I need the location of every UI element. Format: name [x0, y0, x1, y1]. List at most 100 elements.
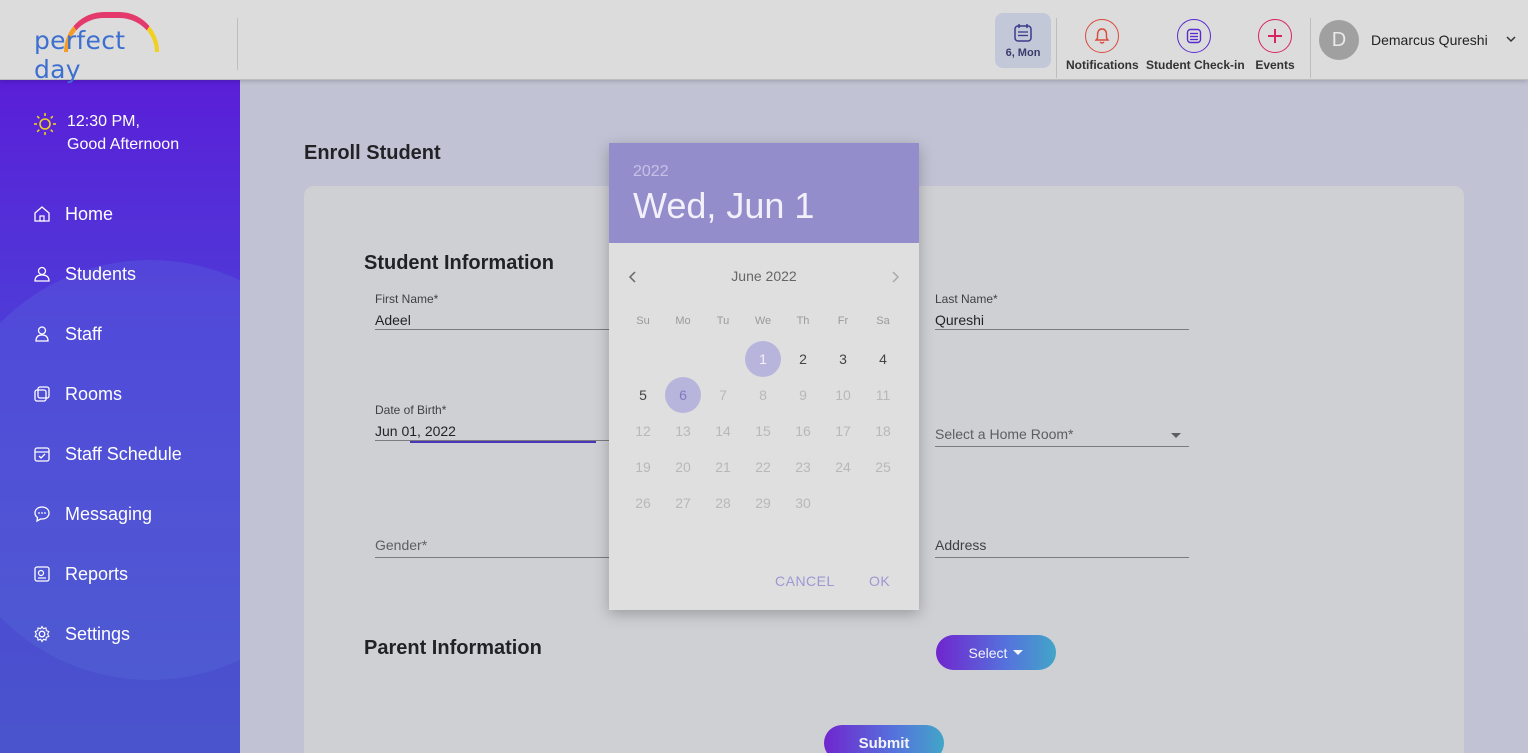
picker-year[interactable]: 2022: [633, 163, 669, 181]
calendar-check-icon: [34, 447, 50, 462]
chevron-right-icon[interactable]: [887, 269, 903, 285]
sidebar-item-home[interactable]: Home: [33, 200, 113, 228]
weekday-label: Sa: [876, 315, 890, 327]
calendar-day[interactable]: 3: [825, 341, 861, 377]
sidebar-item-label: Reports: [65, 563, 129, 584]
caret-down-icon: [1171, 433, 1181, 438]
plus-icon: [1258, 19, 1292, 53]
month-label: June 2022: [731, 268, 797, 284]
weekday-label: Fr: [837, 315, 849, 327]
calendar-day[interactable]: 6: [665, 377, 701, 413]
header-separator: [1056, 18, 1057, 78]
top-header: perfect day 6, Mon Notifications Student…: [0, 0, 1528, 84]
calendar-day: 11: [875, 387, 891, 403]
calendar-day: 21: [715, 459, 731, 475]
last-name-field[interactable]: Last Name* Qureshi: [935, 292, 1189, 330]
date-picker-dialog: 2022 Wed, Jun 1 June 2022 CANCEL OK Su Mo…: [609, 143, 919, 610]
calendar-day: 8: [759, 387, 767, 403]
student-checkin-button[interactable]: Student Check-in: [1146, 19, 1245, 72]
avatar[interactable]: D: [1319, 20, 1359, 60]
sidebar: 12:30 PM, Good Afternoon Home Students S…: [0, 80, 240, 753]
events-button[interactable]: Events: [1251, 19, 1299, 72]
dob-field[interactable]: Date of Birth* Jun 01, 2022: [375, 403, 629, 443]
events-label: Events: [1255, 58, 1295, 72]
parent-select-button[interactable]: Select: [936, 635, 1056, 670]
last-name-label: Last Name*: [935, 292, 998, 306]
address-field[interactable]: Address: [935, 534, 1189, 558]
sidebar-item-staff-schedule[interactable]: Staff Schedule: [33, 440, 182, 468]
dob-focus-underline: [410, 441, 596, 443]
calendar-day: 13: [675, 423, 691, 439]
logo-text: perfect day: [34, 26, 126, 84]
calendar-day: 24: [835, 459, 851, 475]
gender-select[interactable]: Gender*: [375, 534, 629, 558]
ok-button[interactable]: OK: [869, 573, 890, 589]
calendar-day: 19: [635, 459, 651, 475]
calendar-day: 9: [799, 387, 807, 403]
header-separator: [1310, 18, 1311, 78]
last-name-input[interactable]: Qureshi: [935, 308, 1189, 330]
picker-actions: CANCEL OK: [609, 573, 919, 593]
gender-placeholder: Gender*: [375, 534, 629, 558]
sidebar-item-settings[interactable]: Settings: [33, 620, 130, 648]
picker-selected-date: Wed, Jun 1: [633, 185, 815, 226]
calendar-day[interactable]: 4: [865, 341, 901, 377]
home-icon: [34, 206, 50, 222]
calendar-day: 20: [675, 459, 691, 475]
calendar-day: 25: [875, 459, 891, 475]
sidebar-item-label: Messaging: [65, 503, 153, 524]
notifications-button[interactable]: Notifications: [1066, 19, 1139, 72]
submit-button[interactable]: Submit: [824, 725, 944, 753]
calendar-day: 15: [755, 423, 771, 439]
calendar-day[interactable]: 5: [625, 377, 661, 413]
calendar-day[interactable]: 1: [745, 341, 781, 377]
date-chip[interactable]: 6, Mon: [995, 13, 1051, 68]
first-name-input[interactable]: Adeel: [375, 308, 629, 330]
cancel-button[interactable]: CANCEL: [775, 573, 835, 589]
sidebar-item-reports[interactable]: Reports: [33, 560, 128, 588]
weekday-label: Tu: [716, 315, 730, 327]
dob-input[interactable]: Jun 01, 2022: [375, 419, 629, 441]
calendar-icon: [1014, 24, 1032, 42]
calendar-day: 23: [795, 459, 811, 475]
sidebar-item-students[interactable]: Students: [33, 260, 136, 288]
checklist-icon: [1177, 19, 1211, 53]
rooms-icon: [34, 386, 50, 402]
notifications-label: Notifications: [1066, 58, 1139, 72]
calendar-day: 26: [635, 495, 651, 511]
address-placeholder[interactable]: Address: [935, 534, 1189, 558]
students-icon: [34, 266, 50, 282]
sidebar-item-label: Rooms: [65, 383, 123, 404]
sidebar-item-label: Staff: [65, 323, 102, 344]
caret-down-icon: [1013, 650, 1024, 655]
parent-info-heading: Parent Information: [364, 637, 542, 659]
chat-icon: [34, 506, 50, 523]
greeting-time: 12:30 PM,: [67, 113, 140, 130]
calendar-day: 17: [835, 423, 851, 439]
first-name-field[interactable]: First Name* Adeel: [375, 292, 629, 330]
sidebar-item-staff[interactable]: Staff: [33, 320, 102, 348]
header-divider: [237, 18, 238, 70]
chevron-down-icon[interactable]: [1506, 34, 1516, 44]
calendar-day: 16: [795, 423, 811, 439]
page-title: Enroll Student: [304, 142, 441, 164]
sidebar-item-messaging[interactable]: Messaging: [33, 500, 152, 528]
perfect-day-logo[interactable]: perfect day: [34, 12, 179, 84]
calendar-day: 29: [755, 495, 771, 511]
calendar-day[interactable]: 2: [785, 341, 821, 377]
student-info-heading: Student Information: [364, 252, 554, 274]
calendar-day: 18: [875, 423, 891, 439]
greeting-text: Good Afternoon: [67, 136, 180, 153]
calendar-day: 27: [675, 495, 691, 511]
reports-icon: [34, 566, 50, 582]
calendar-day: 30: [795, 495, 811, 511]
home-room-select[interactable]: Select a Home Room*: [935, 423, 1189, 447]
date-chip-label: 6, Mon: [1005, 47, 1041, 59]
sidebar-item-label: Settings: [65, 623, 131, 644]
sidebar-item-rooms[interactable]: Rooms: [33, 380, 122, 408]
calendar-day: 28: [715, 495, 731, 511]
sidebar-item-label: Staff Schedule: [65, 443, 182, 464]
user-name[interactable]: Demarcus Qureshi: [1371, 32, 1488, 48]
calendar-day: 14: [715, 423, 731, 439]
sun-icon: [34, 113, 56, 135]
